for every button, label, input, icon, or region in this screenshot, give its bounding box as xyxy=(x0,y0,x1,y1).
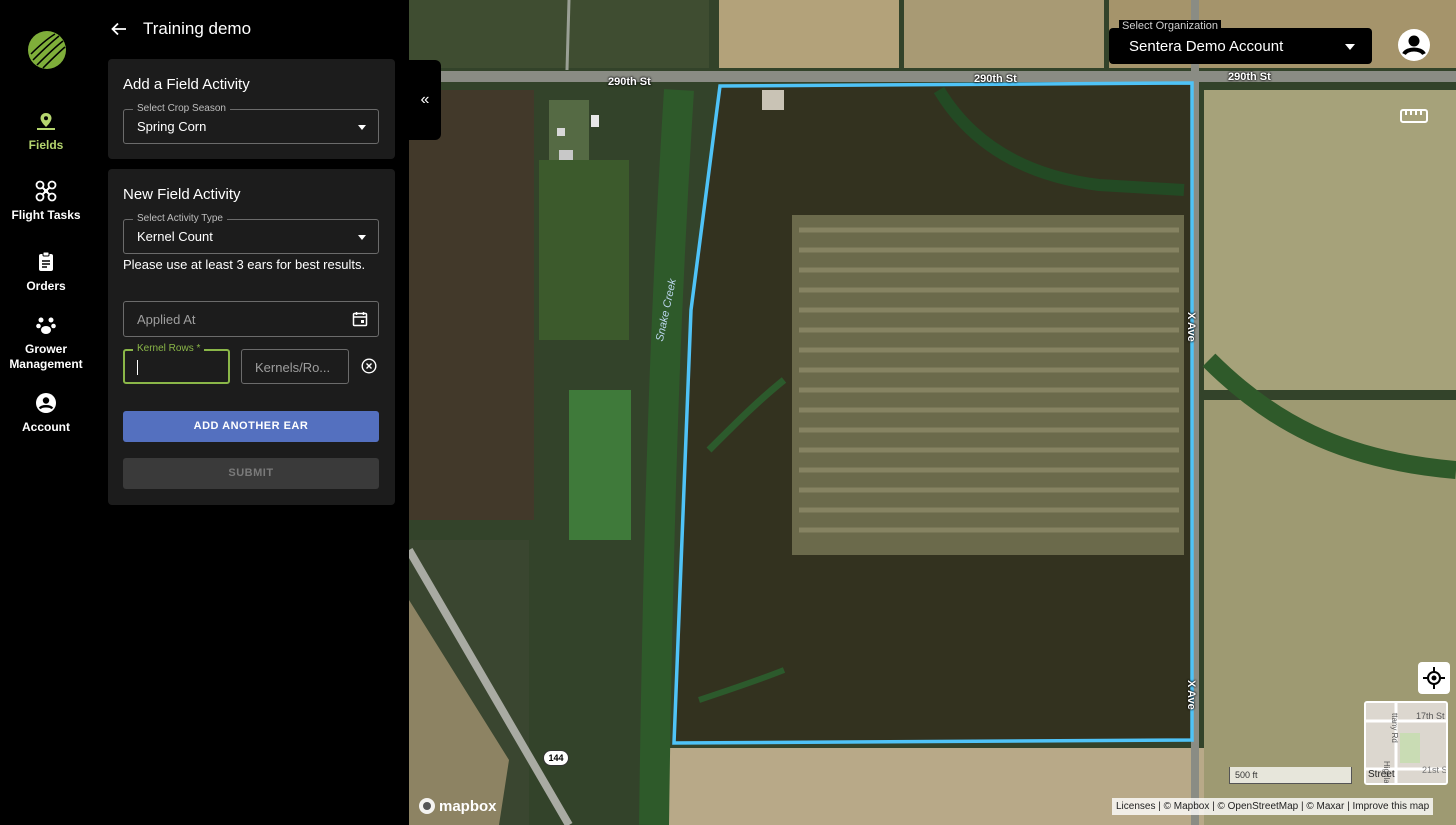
panel-header: Training demo xyxy=(106,16,251,42)
map-style-label: Street xyxy=(1368,769,1395,780)
crosshair-icon xyxy=(1423,667,1445,689)
new-field-activity-card: New Field Activity Select Activity Type … xyxy=(108,169,395,505)
submit-button[interactable]: SUBMIT xyxy=(123,458,379,489)
organization-label: Select Organization xyxy=(1119,20,1221,33)
nav-label: Grower Management xyxy=(9,342,83,371)
organization-select[interactable]: Select Organization Sentera Demo Account xyxy=(1109,20,1372,64)
nav-label: Orders xyxy=(26,279,66,293)
minimap-street-label: 21st St W xyxy=(1422,765,1448,775)
activity-type-label: Select Activity Type xyxy=(133,213,227,225)
user-avatar-icon[interactable] xyxy=(1397,28,1431,62)
mapbox-logo[interactable]: mapbox xyxy=(418,797,497,815)
map-imagery xyxy=(409,0,1456,825)
kernel-rows-input[interactable]: Kernel Rows * xyxy=(123,343,230,384)
group-icon xyxy=(36,317,56,334)
activity-type-select[interactable]: Select Activity Type Kernel Count xyxy=(123,213,379,254)
kernel-rows-label: Kernel Rows * xyxy=(133,343,205,355)
ruler-icon[interactable] xyxy=(1399,104,1429,128)
activity-type-value: Kernel Count xyxy=(137,229,213,244)
nav-item-fields[interactable]: Fields xyxy=(0,110,92,153)
helper-text: Please use at least 3 ears for best resu… xyxy=(123,257,366,272)
road-label: 290th St xyxy=(974,73,1017,85)
collapse-panel-button[interactable]: « xyxy=(409,60,441,140)
remove-ear-icon[interactable] xyxy=(361,358,377,374)
map-attribution[interactable]: Licenses | © Mapbox | © OpenStreetMap | … xyxy=(1112,798,1434,815)
card-title: New Field Activity xyxy=(123,186,241,203)
crop-season-select[interactable]: Select Crop Season Spring Corn xyxy=(123,103,379,144)
crop-season-value: Spring Corn xyxy=(137,119,207,134)
minimap-street-label: 17th St W xyxy=(1416,711,1448,721)
nav-label: Flight Tasks xyxy=(11,208,81,222)
nav-rail: Fields Flight Tasks Orders Grower Manage… xyxy=(0,0,92,825)
nav-label: Fields xyxy=(28,138,64,152)
drone-icon xyxy=(35,180,57,202)
text-cursor xyxy=(137,360,138,375)
page-title: Training demo xyxy=(143,19,252,38)
back-button[interactable] xyxy=(106,16,132,42)
road-label: X Ave xyxy=(1185,312,1197,342)
road-label: X Ave xyxy=(1185,680,1197,710)
chevron-down-icon xyxy=(358,125,366,130)
map-scale-bar: 500 ft xyxy=(1229,767,1352,784)
locate-button[interactable] xyxy=(1418,662,1450,694)
chevron-down-icon xyxy=(1345,44,1355,50)
side-panel: Training demo Add a Field Activity Selec… xyxy=(92,0,409,825)
kernels-per-row-input[interactable]: Kernels/Ro... xyxy=(241,349,349,384)
app-logo-icon[interactable] xyxy=(27,30,67,70)
highway-shield: 144 xyxy=(543,750,569,766)
kernels-per-row-placeholder: Kernels/Ro... xyxy=(255,360,331,375)
calendar-icon[interactable] xyxy=(352,311,368,327)
nav-item-flight-tasks[interactable]: Flight Tasks xyxy=(0,180,92,223)
clipboard-icon xyxy=(39,251,53,271)
applied-at-date-field[interactable]: Applied At xyxy=(123,301,379,337)
nav-item-account[interactable]: Account xyxy=(0,392,92,435)
arrow-left-icon xyxy=(111,22,126,36)
add-field-activity-card: Add a Field Activity Select Crop Season … xyxy=(108,59,395,159)
organization-value: Sentera Demo Account xyxy=(1129,38,1284,55)
minimap-street-label: ttany Rd xyxy=(1390,713,1399,743)
field-pin-icon xyxy=(37,113,55,130)
road-label: 290th St xyxy=(1228,71,1271,83)
account-icon xyxy=(36,393,56,413)
add-another-ear-button[interactable]: ADD ANOTHER EAR xyxy=(123,411,379,442)
satellite-map[interactable]: 290th St 290th St 290th St X Ave X Ave S… xyxy=(409,0,1456,825)
card-title: Add a Field Activity xyxy=(123,76,250,93)
crop-season-label: Select Crop Season xyxy=(133,103,230,115)
mapbox-logo-icon xyxy=(419,798,435,814)
double-chevron-left-icon: « xyxy=(420,91,430,108)
nav-label: Account xyxy=(22,420,70,434)
nav-item-orders[interactable]: Orders xyxy=(0,251,92,294)
nav-item-grower-management[interactable]: Grower Management xyxy=(0,314,92,372)
mapbox-logo-text: mapbox xyxy=(439,797,497,815)
road-label: 290th St xyxy=(608,76,651,88)
chevron-down-icon xyxy=(358,235,366,240)
applied-at-placeholder: Applied At xyxy=(137,312,196,327)
